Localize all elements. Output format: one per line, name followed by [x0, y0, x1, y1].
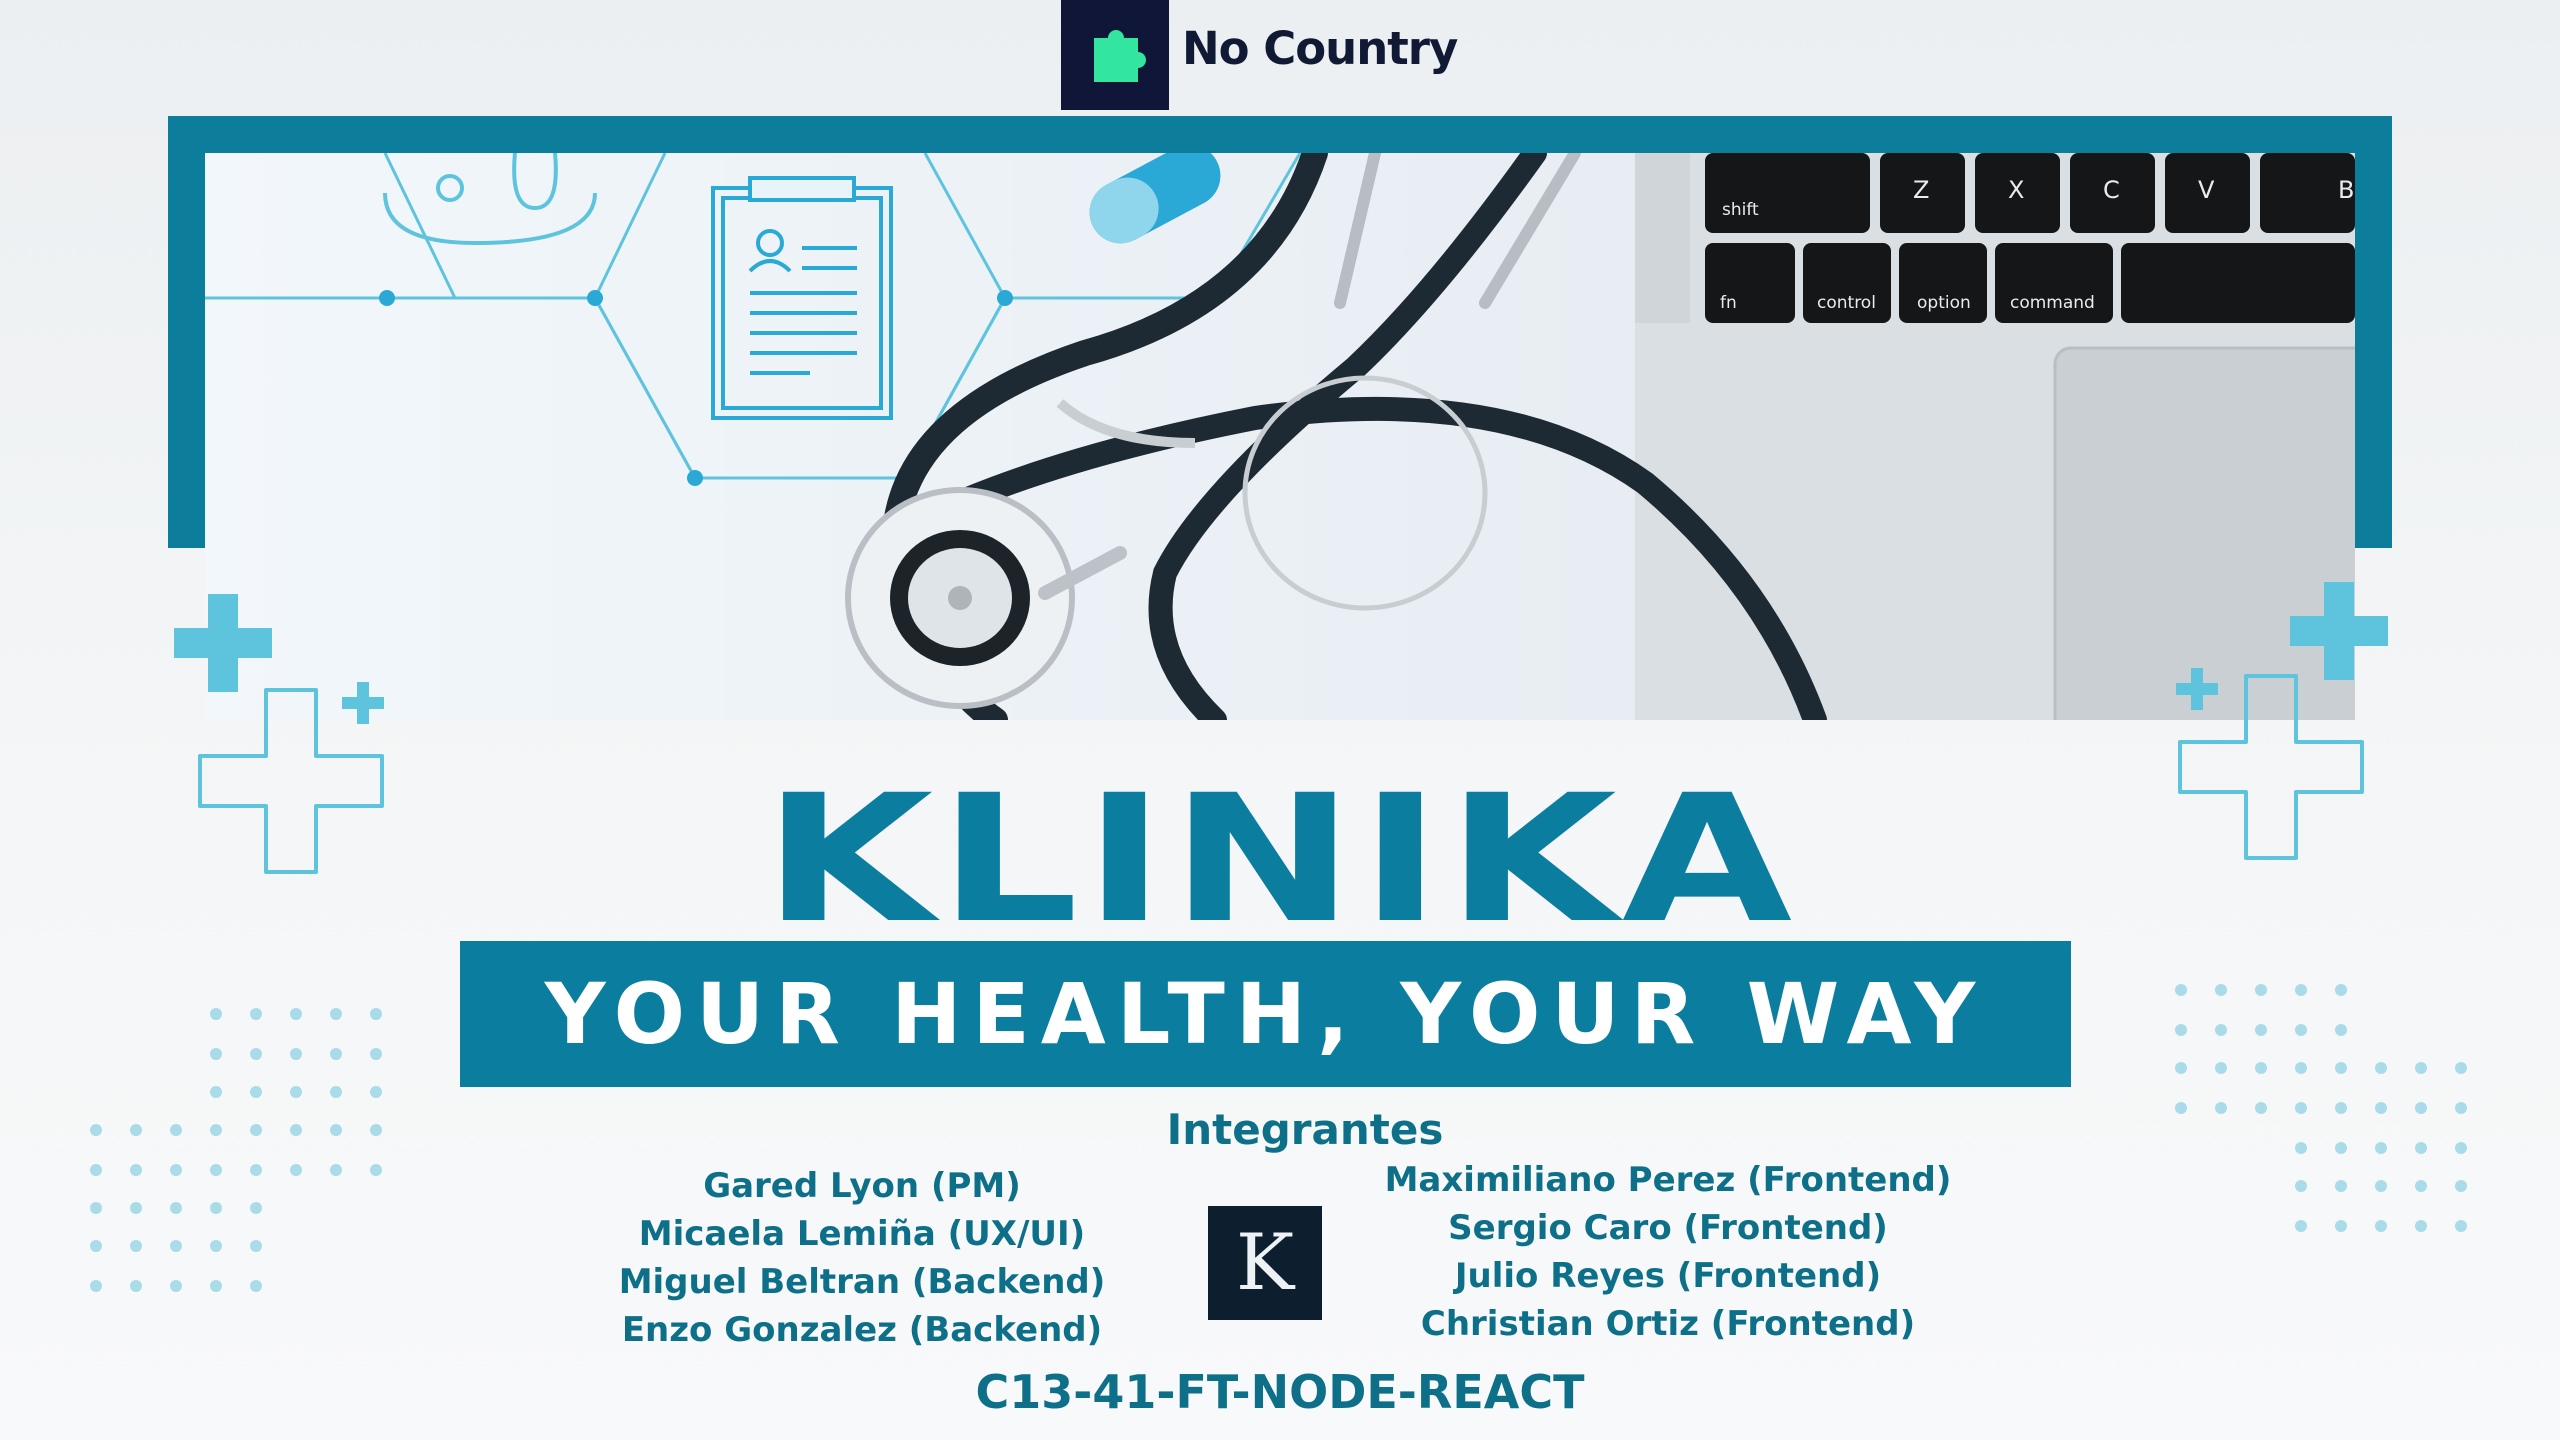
project-code: C13-41-FT-NODE-REACT	[975, 1365, 1585, 1419]
key-command: command	[2010, 293, 2095, 313]
team-member: Gared Lyon (PM)	[703, 1166, 1021, 1206]
key-fn: fn	[1720, 293, 1737, 313]
key-shift: shift	[1722, 200, 1759, 220]
page-title: KLINIKA	[762, 757, 1798, 962]
team-member: Micaela Lemiña (UX/UI)	[638, 1214, 1086, 1254]
team-member: Enzo Gonzalez (Backend)	[621, 1310, 1103, 1350]
key-c: C	[2103, 176, 2120, 204]
tagline: YOUR HEALTH, YOUR WAY	[544, 965, 1987, 1063]
key-control: control	[1817, 293, 1876, 313]
dot-grid-right	[2175, 980, 2475, 1284]
team-heading: Integrantes	[1166, 1105, 1444, 1154]
puzzle-piece-icon	[1061, 30, 1169, 114]
key-v: V	[2198, 176, 2215, 204]
dot-grid-left	[90, 1000, 390, 1304]
team-member: Maximiliano Perez (Frontend)	[1384, 1160, 1952, 1200]
brand-logo	[1061, 0, 1169, 110]
key-option: option	[1917, 293, 1971, 313]
brand-name: No Country	[1182, 22, 1458, 75]
team-member: Christian Ortiz (Frontend)	[1420, 1304, 1916, 1344]
team-member: Miguel Beltran (Backend)	[618, 1262, 1106, 1302]
team-member: Julio Reyes (Frontend)	[1454, 1256, 1882, 1296]
plus-icon	[168, 588, 278, 698]
klinika-logo-letter: K	[1235, 1218, 1295, 1308]
key-x: X	[2008, 176, 2024, 204]
team-member: Sergio Caro (Frontend)	[1448, 1208, 1888, 1248]
banner-image: shift Z X C V B fn control option comman…	[205, 153, 2355, 720]
key-z: Z	[1913, 176, 1929, 204]
plus-icon	[2284, 576, 2394, 686]
key-b: B	[2338, 176, 2354, 204]
